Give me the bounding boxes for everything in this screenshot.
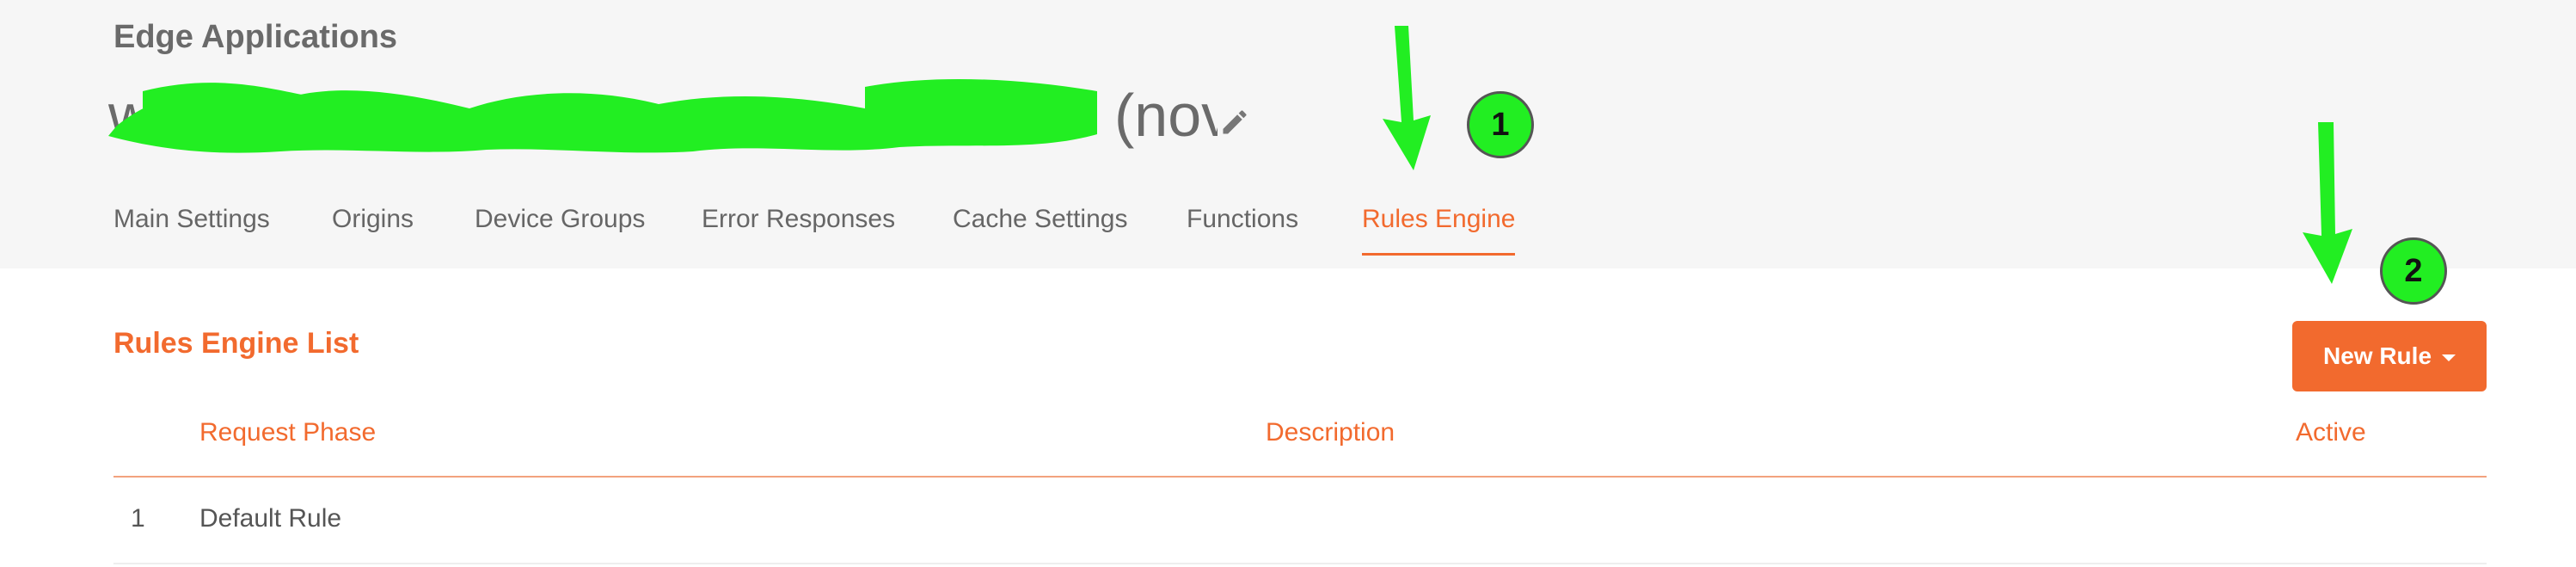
tab-origins[interactable]: Origins	[332, 205, 414, 253]
column-header-request-phase[interactable]: Request Phase	[199, 418, 376, 447]
section-title: Rules Engine List	[113, 327, 359, 360]
new-rule-button[interactable]: New Rule	[2292, 321, 2487, 391]
breadcrumb[interactable]: Edge Applications	[113, 19, 397, 56]
tab-rules-engine[interactable]: Rules Engine	[1362, 205, 1516, 256]
annotation-marker-2: 2	[2380, 237, 2447, 305]
row-index: 1	[131, 504, 145, 533]
caret-down-icon	[2442, 354, 2456, 361]
app-title-suffix: (nov	[1114, 82, 1217, 149]
tab-error-responses[interactable]: Error Responses	[702, 205, 895, 253]
annotation-arrow-2	[2303, 122, 2352, 284]
app-title: w (nov	[108, 74, 1217, 157]
column-header-active[interactable]: Active	[2296, 418, 2366, 447]
annotation-marker-1: 1	[1467, 91, 1534, 158]
column-header-description[interactable]: Description	[1266, 418, 1395, 447]
pencil-icon[interactable]	[1219, 107, 1250, 138]
row-rule-name[interactable]: Default Rule	[199, 504, 341, 533]
tab-cache-settings[interactable]: Cache Settings	[953, 205, 1127, 253]
new-rule-label: New Rule	[2322, 342, 2432, 369]
annotation-arrow-1	[1383, 26, 1431, 170]
redaction-scribble	[108, 78, 1097, 153]
tab-device-groups[interactable]: Device Groups	[475, 205, 645, 253]
tab-main-settings[interactable]: Main Settings	[113, 205, 270, 253]
page-header: Edge Applications w (nov Main Settings O…	[0, 0, 2576, 268]
tab-functions[interactable]: Functions	[1187, 205, 1298, 253]
table-header-divider	[113, 476, 2487, 478]
table-row-divider	[113, 563, 2487, 564]
